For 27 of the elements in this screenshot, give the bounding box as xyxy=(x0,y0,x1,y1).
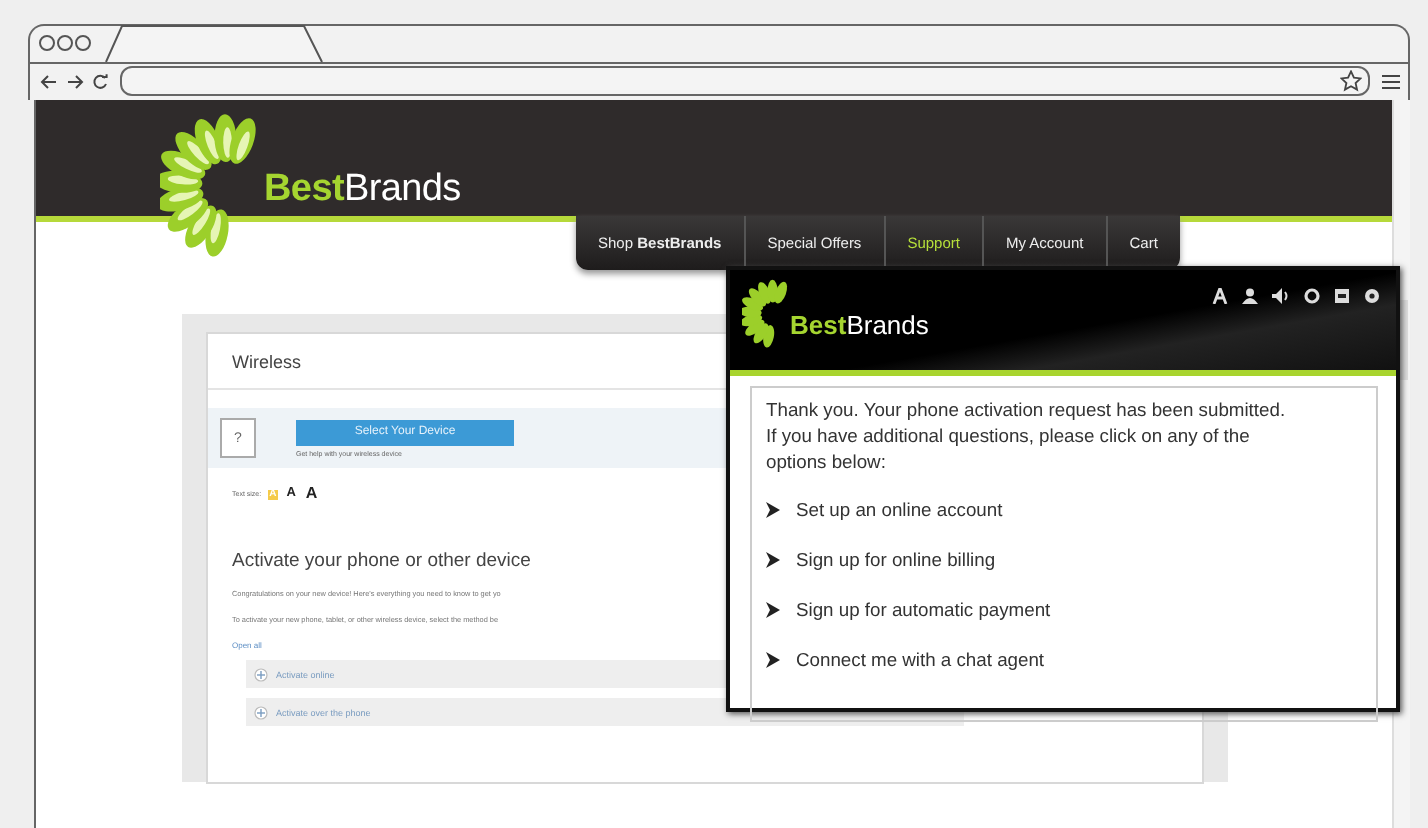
browser-tab[interactable] xyxy=(104,24,324,62)
arrow-icon xyxy=(766,651,780,667)
message-text: Thank you. Your phone activation request has been submitted. If you have additional questions, please click on any of the options below: xyxy=(766,396,1288,474)
speaker-icon[interactable] xyxy=(1272,288,1290,304)
logo-text: BestBrands xyxy=(264,168,461,212)
text-size-option[interactable]: A xyxy=(303,486,320,502)
forward-icon[interactable] xyxy=(66,73,84,89)
window-controls-icon[interactable] xyxy=(38,34,92,52)
plus-icon xyxy=(254,705,268,719)
person-icon[interactable] xyxy=(1242,288,1258,304)
address-bar[interactable] xyxy=(120,66,1370,96)
reload-icon[interactable] xyxy=(92,73,108,89)
back-icon[interactable] xyxy=(40,73,58,89)
ring-icon[interactable] xyxy=(1304,288,1320,304)
section-heading: Activate your phone or other device xyxy=(232,550,531,572)
plus-icon xyxy=(254,667,268,681)
option-link[interactable]: Sign up for online billing xyxy=(766,548,996,570)
arrow-icon xyxy=(766,501,780,517)
arrow-icon xyxy=(766,601,780,617)
option-link[interactable]: Sign up for automatic payment xyxy=(766,598,1051,620)
arrow-icon xyxy=(766,551,780,567)
text-size-icon[interactable] xyxy=(1212,288,1228,304)
logo-text: BestBrands xyxy=(790,309,929,339)
menu-icon[interactable] xyxy=(1382,73,1400,89)
option-link[interactable]: Set up an online account xyxy=(766,498,1003,520)
star-icon[interactable] xyxy=(1340,70,1362,92)
square-icon[interactable] xyxy=(1334,288,1350,304)
